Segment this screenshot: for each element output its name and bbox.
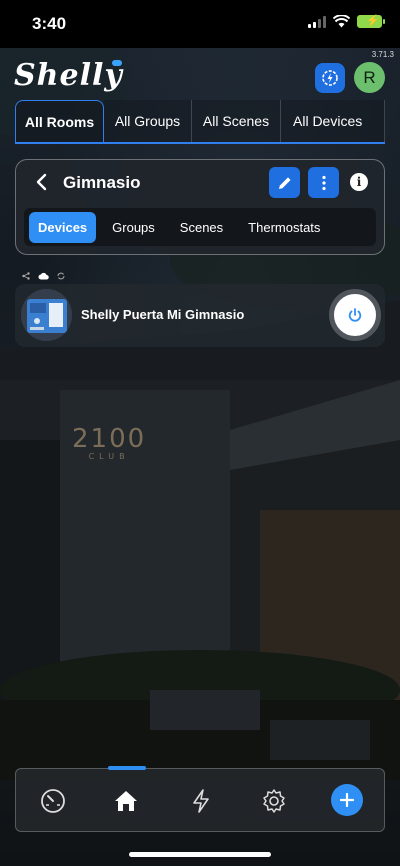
- sync-icon: [57, 272, 65, 280]
- lightning-icon: [193, 789, 209, 813]
- bottom-navigation: [15, 766, 385, 832]
- device-card[interactable]: Shelly Puerta Mi Gimnasio: [15, 284, 385, 347]
- relay-device-image: [21, 289, 72, 341]
- active-tab-indicator: [108, 766, 146, 770]
- user-avatar[interactable]: R: [354, 62, 385, 93]
- room-card: Gimnasio i Devices Groups Scenes Thermos…: [15, 159, 385, 255]
- battery-icon: ⚡: [357, 15, 385, 28]
- tab-all-groups[interactable]: All Groups: [104, 100, 192, 142]
- tab-all-scenes[interactable]: All Scenes: [192, 100, 281, 142]
- gear-icon: [263, 789, 285, 813]
- room-sub-tabs: Devices Groups Scenes Thermostats: [24, 208, 376, 246]
- room-title: Gimnasio: [63, 173, 141, 192]
- home-icon: [115, 791, 137, 811]
- tab-all-devices[interactable]: All Devices: [281, 100, 385, 142]
- nav-scenes[interactable]: [188, 788, 214, 814]
- room-menu-button[interactable]: [308, 167, 339, 198]
- subtab-scenes[interactable]: Scenes: [171, 212, 232, 243]
- gear-bolt-icon: [322, 70, 338, 86]
- plus-icon: [340, 793, 354, 807]
- share-icon: [22, 272, 30, 280]
- subtab-groups[interactable]: Groups: [103, 212, 164, 243]
- power-button[interactable]: [329, 289, 381, 341]
- back-chevron-icon[interactable]: [32, 172, 52, 192]
- subtab-devices[interactable]: Devices: [29, 211, 97, 243]
- energy-saver-button[interactable]: [315, 63, 345, 93]
- status-time: 3:40: [32, 14, 67, 33]
- nav-settings[interactable]: [261, 788, 287, 814]
- subtab-thermostats[interactable]: Thermostats: [239, 212, 329, 243]
- device-status-icons: [22, 272, 65, 280]
- club-sign: 2100 CLUB: [72, 424, 147, 461]
- nav-home[interactable]: [113, 788, 139, 814]
- signal-icon: [308, 15, 326, 28]
- status-bar: 3:40 ⚡: [0, 0, 400, 48]
- device-name: Shelly Puerta Mi Gimnasio: [81, 307, 245, 322]
- shelly-logo: Shelly: [14, 58, 123, 93]
- nav-dashboard[interactable]: [40, 788, 66, 814]
- top-tabs: All Rooms All Groups All Scenes All Devi…: [15, 100, 385, 144]
- power-icon: [348, 308, 362, 322]
- app-version: 3.71.3: [371, 50, 394, 59]
- logo-cloud-icon: [112, 60, 122, 66]
- cloud-icon: [38, 272, 49, 280]
- more-vertical-icon: [321, 175, 326, 190]
- pencil-icon: [278, 176, 291, 189]
- home-indicator: [129, 852, 271, 857]
- info-icon[interactable]: i: [350, 173, 368, 191]
- gauge-icon: [41, 789, 65, 813]
- tab-all-rooms[interactable]: All Rooms: [15, 100, 104, 142]
- wifi-icon: [333, 15, 350, 28]
- add-button[interactable]: [331, 784, 363, 816]
- edit-room-button[interactable]: [269, 167, 300, 198]
